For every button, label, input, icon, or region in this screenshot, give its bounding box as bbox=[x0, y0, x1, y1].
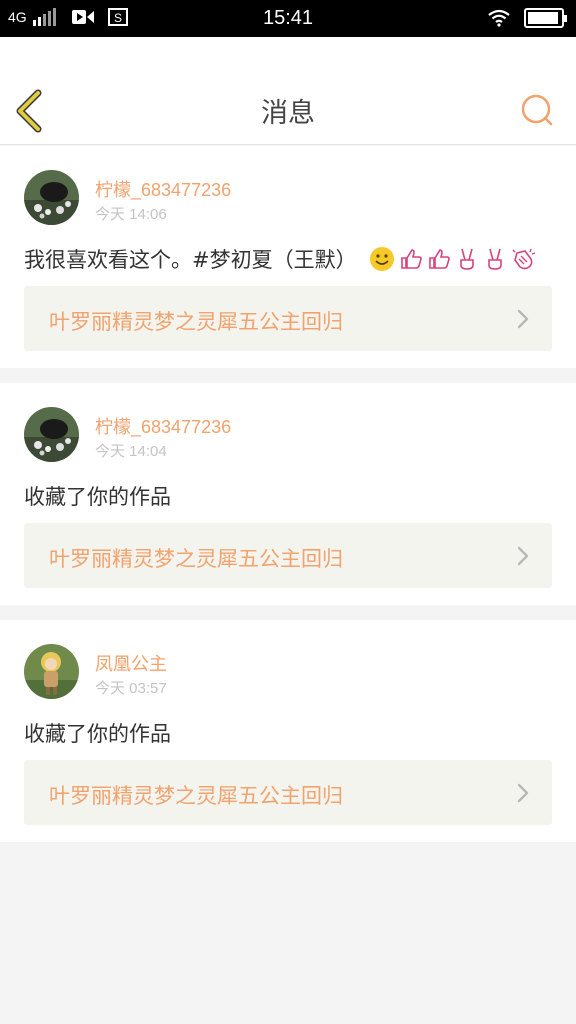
timestamp: 今天 03:57 bbox=[95, 680, 167, 697]
username[interactable]: 凤凰公主 bbox=[95, 650, 167, 676]
clapping-hands-emoji-icon bbox=[512, 248, 535, 270]
work-title: 叶罗丽精灵梦之灵犀五公主回归 bbox=[49, 547, 343, 571]
avatar[interactable] bbox=[24, 407, 79, 462]
header: 消息 bbox=[0, 37, 576, 145]
page-title: 消息 bbox=[261, 98, 315, 129]
message-text: 我很喜欢看这个。#梦初夏（王默） bbox=[24, 248, 357, 272]
thumbs-up-emoji-icon bbox=[400, 249, 422, 269]
smile-emoji-icon bbox=[369, 247, 394, 271]
chevron-right-icon bbox=[517, 783, 529, 803]
username[interactable]: 柠檬_683477236 bbox=[95, 176, 231, 202]
work-link[interactable]: 叶罗丽精灵梦之灵犀五公主回归 bbox=[24, 286, 552, 351]
status-right bbox=[488, 8, 567, 28]
work-title: 叶罗丽精灵梦之灵犀五公主回归 bbox=[49, 310, 343, 334]
work-link[interactable]: 叶罗丽精灵梦之灵犀五公主回归 bbox=[24, 760, 552, 825]
thumbs-up-emoji-icon bbox=[428, 249, 450, 269]
status-bar: 4G S 15:41 bbox=[0, 0, 576, 37]
victory-hand-emoji-icon bbox=[487, 248, 502, 270]
chevron-right-icon bbox=[517, 309, 529, 329]
message-text: 收藏了你的作品 bbox=[24, 485, 171, 509]
notification-list: 柠檬_683477236 今天 14:06 我很喜欢看这个。#梦初夏（王默） 叶… bbox=[0, 146, 576, 857]
timestamp: 今天 14:04 bbox=[95, 443, 167, 460]
message-text: 收藏了你的作品 bbox=[24, 722, 171, 746]
work-title: 叶罗丽精灵梦之灵犀五公主回归 bbox=[49, 784, 343, 808]
notification-card: 凤凰公主 今天 03:57 收藏了你的作品 叶罗丽精灵梦之灵犀五公主回归 bbox=[0, 620, 576, 842]
avatar[interactable] bbox=[24, 644, 79, 699]
work-link[interactable]: 叶罗丽精灵梦之灵犀五公主回归 bbox=[24, 523, 552, 588]
search-icon[interactable] bbox=[520, 93, 554, 127]
avatar[interactable] bbox=[24, 170, 79, 225]
notification-card: 柠檬_683477236 今天 14:04 收藏了你的作品 叶罗丽精灵梦之灵犀五… bbox=[0, 383, 576, 605]
timestamp: 今天 14:06 bbox=[95, 206, 167, 223]
wifi-icon bbox=[488, 9, 510, 27]
message-text-row: 我很喜欢看这个。#梦初夏（王默） bbox=[24, 244, 537, 274]
emoji-row bbox=[369, 246, 537, 272]
battery-fill bbox=[528, 12, 559, 24]
username[interactable]: 柠檬_683477236 bbox=[95, 413, 231, 439]
victory-hand-emoji-icon bbox=[459, 248, 474, 270]
chevron-right-icon bbox=[517, 546, 529, 566]
notification-card: 柠檬_683477236 今天 14:06 我很喜欢看这个。#梦初夏（王默） 叶… bbox=[0, 146, 576, 368]
battery-icon bbox=[524, 8, 567, 28]
